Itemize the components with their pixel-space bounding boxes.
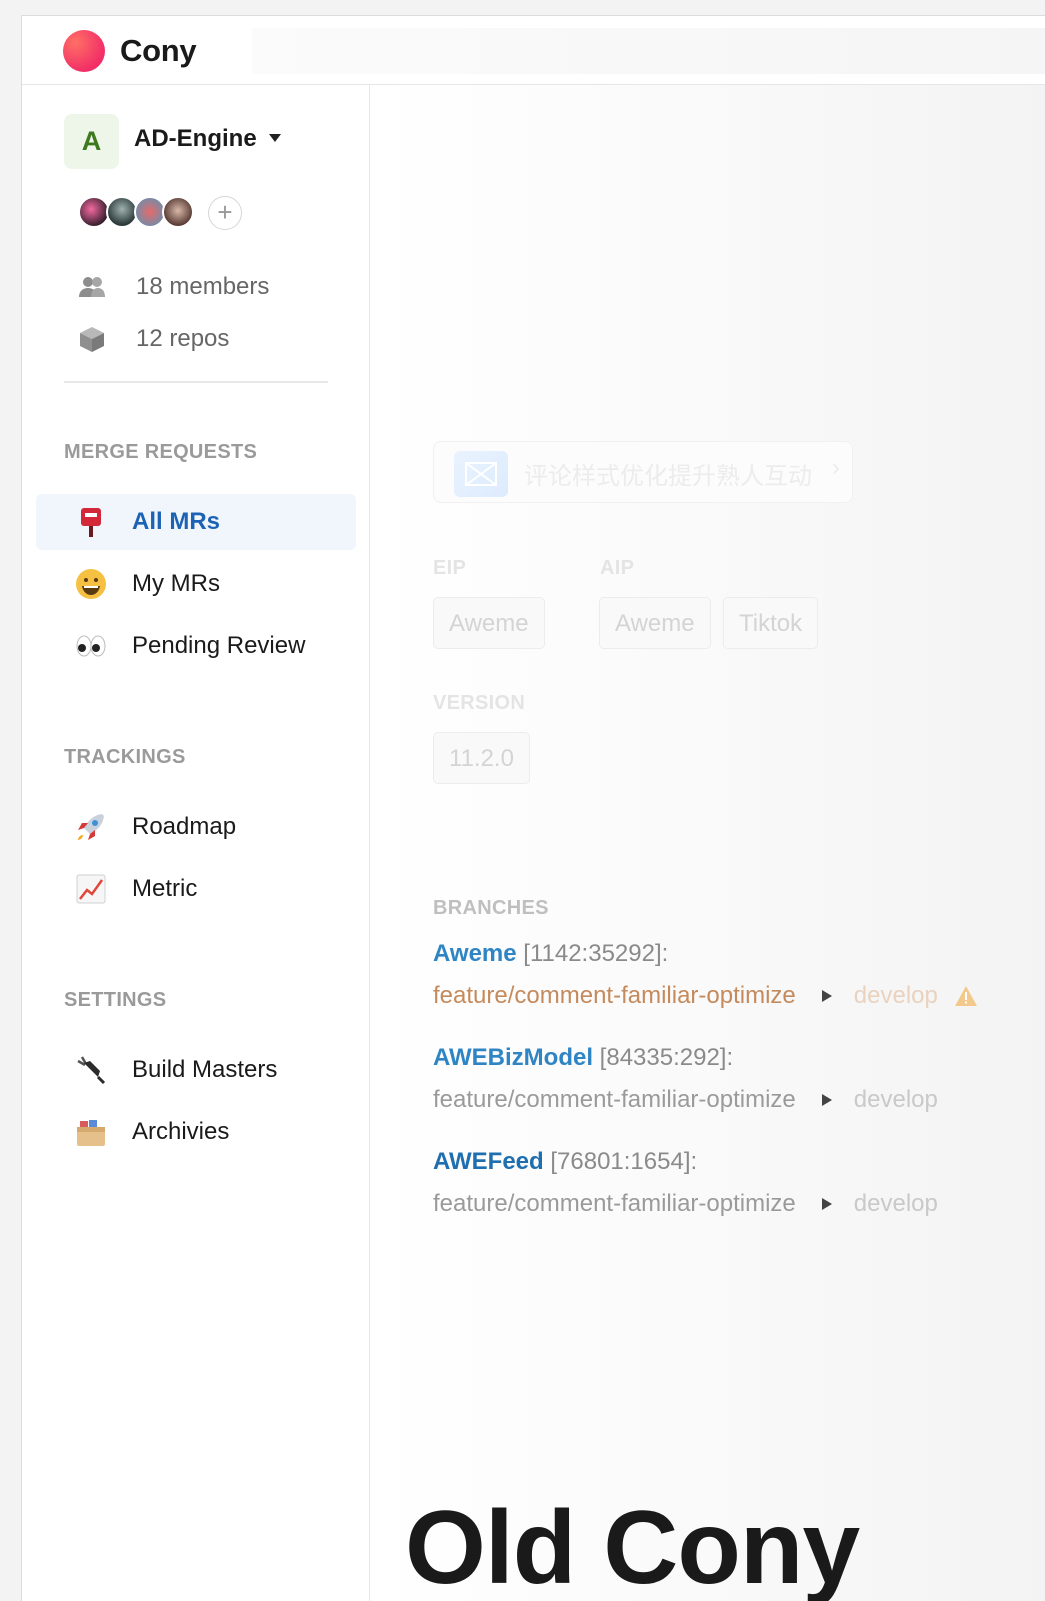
plug-icon — [74, 1053, 108, 1087]
source-branch[interactable]: feature/comment-familiar-optimize — [433, 1086, 796, 1114]
repo-meta: [84335:292]: — [599, 1044, 734, 1071]
add-member-button[interactable]: + — [208, 196, 242, 230]
sidebar-item-label: Archivies — [132, 1118, 230, 1145]
target-branch[interactable]: develop — [854, 982, 938, 1010]
sidebar-item-label: Build Masters — [132, 1056, 278, 1083]
aip-app-chip[interactable]: Aweme — [599, 597, 711, 649]
members-stat[interactable]: 18 members — [78, 273, 269, 301]
team-switcher[interactable]: AD-Engine — [134, 125, 257, 153]
sidebar-item-archives[interactable]: Archivies — [36, 1104, 356, 1160]
target-branch[interactable]: develop — [854, 1190, 938, 1218]
source-branch[interactable]: feature/comment-familiar-optimize — [433, 982, 796, 1010]
source-branch[interactable]: feature/comment-familiar-optimize — [433, 1190, 796, 1218]
section-title-settings: SETTINGS — [64, 989, 167, 1011]
postbox-icon — [74, 505, 108, 539]
sidebar-item-pending-review[interactable]: Pending Review — [36, 618, 356, 674]
chevron-right-icon: › — [832, 454, 840, 481]
eyes-icon — [74, 629, 108, 663]
version-label: VERSION — [433, 692, 526, 714]
sidebar-item-roadmap[interactable]: Roadmap — [36, 799, 356, 855]
sidebar-item-label: My MRs — [132, 570, 220, 597]
aip-label: AIP — [600, 557, 635, 579]
repo-meta: [1142:35292]: — [523, 940, 669, 967]
sidebar: A AD-Engine + 18 members 12 repos MERGE … — [22, 85, 370, 1601]
arrow-right-icon — [821, 1094, 832, 1106]
package-icon — [80, 327, 104, 352]
section-title-merge-requests: MERGE REQUESTS — [64, 441, 258, 463]
repo-link[interactable]: AWEFeed — [433, 1148, 544, 1175]
branch-row: feature/comment-familiar-optimize develo… — [433, 1190, 938, 1218]
app-window: Cony A AD-Engine + 18 members 12 repos M… — [21, 15, 1045, 1601]
section-title-trackings: TRACKINGS — [64, 746, 186, 768]
repo-row: AWEBizModel [84335:292]: — [433, 1044, 733, 1072]
sidebar-item-label: All MRs — [132, 508, 221, 535]
brand-name[interactable]: Cony — [120, 33, 197, 69]
top-bar: Cony — [22, 16, 1045, 85]
grinning-face-icon — [74, 567, 108, 601]
members-icon — [79, 277, 105, 297]
repo-meta: [76801:1654]: — [550, 1148, 698, 1175]
eip-app-chip[interactable]: Aweme — [433, 597, 545, 649]
sidebar-item-label: Roadmap — [132, 813, 237, 840]
sidebar-item-my-mrs[interactable]: My MRs — [36, 556, 356, 612]
card-file-box-icon — [74, 1115, 108, 1149]
sidebar-divider — [64, 381, 328, 383]
sidebar-item-all-mrs[interactable]: All MRs — [36, 494, 356, 550]
eip-label: EIP — [433, 557, 467, 579]
branch-row: feature/comment-familiar-optimize develo… — [433, 1086, 938, 1114]
mr-app-icon — [454, 451, 508, 497]
team-avatar[interactable]: A — [64, 114, 119, 169]
logo-icon[interactable] — [63, 30, 105, 72]
repo-link[interactable]: AWEBizModel — [433, 1044, 593, 1071]
chart-increasing-icon — [74, 872, 108, 906]
sidebar-item-label: Pending Review — [132, 632, 306, 659]
sidebar-item-label: Metric — [132, 875, 198, 902]
mr-title: 评论样式优化提升熟人互动 — [524, 463, 812, 490]
arrow-right-icon — [821, 1198, 832, 1210]
caret-down-icon[interactable] — [269, 134, 281, 142]
mr-title-card[interactable]: 评论样式优化提升熟人互动 › — [433, 441, 853, 503]
rocket-icon — [74, 810, 108, 844]
branch-row: feature/comment-familiar-optimize develo… — [433, 982, 978, 1010]
aip-app-chip[interactable]: Tiktok — [723, 597, 819, 649]
branches-title: BRANCHES — [433, 897, 549, 919]
repo-row: Aweme [1142:35292]: — [433, 940, 668, 968]
repo-row: AWEFeed [76801:1654]: — [433, 1148, 697, 1176]
repo-link[interactable]: Aweme — [433, 940, 517, 967]
version-chip[interactable]: 11.2.0 — [433, 732, 530, 784]
avatar[interactable] — [162, 196, 194, 228]
arrow-right-icon — [821, 990, 832, 1002]
top-bar-search-area — [252, 28, 1045, 74]
overlay-title: Old Cony — [405, 1490, 860, 1601]
members-count: 18 members — [136, 273, 270, 300]
main-content: 评论样式优化提升熟人互动 › EIP AIP Aweme Aweme Tikto… — [371, 85, 1045, 1601]
sidebar-item-build-masters[interactable]: Build Masters — [36, 1042, 356, 1098]
member-avatars: + — [78, 196, 258, 230]
repos-count: 12 repos — [136, 325, 230, 352]
sidebar-item-metric[interactable]: Metric — [36, 861, 356, 917]
repos-stat[interactable]: 12 repos — [78, 325, 229, 353]
warning-icon[interactable] — [954, 985, 978, 1007]
target-branch[interactable]: develop — [854, 1086, 938, 1114]
